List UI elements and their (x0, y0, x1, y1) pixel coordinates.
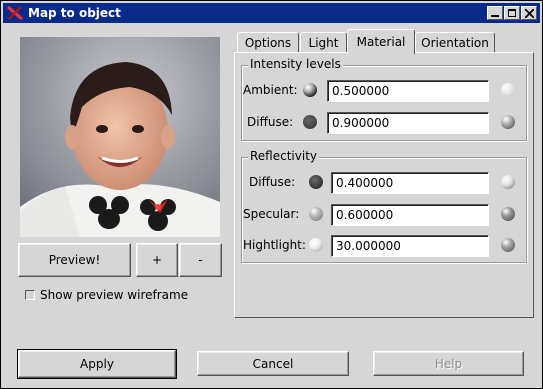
intensity-diffuse-result-icon (501, 115, 515, 129)
tab-material-label: Material (356, 35, 406, 49)
intensity-diffuse-label: Diffuse: (247, 115, 294, 129)
maximize-button[interactable] (504, 6, 520, 20)
tab-orientation-label: Orientation (421, 35, 489, 50)
wireframe-checkbox[interactable] (25, 290, 35, 300)
tab-light-label: Light (308, 35, 339, 50)
specular-sphere-icon (309, 207, 323, 221)
zoom-out-button[interactable]: - (179, 243, 222, 277)
specular-field[interactable] (331, 204, 489, 226)
dialog-window: Map to object Preview! + - Show preview … (0, 0, 543, 389)
zoom-in-label: + (151, 253, 163, 267)
reflectivity-diffuse-sphere-icon (309, 175, 323, 189)
preview-image (20, 37, 220, 237)
intensity-diffuse-field[interactable] (327, 112, 489, 134)
zoom-in-button[interactable]: + (136, 243, 178, 277)
maximize-icon (508, 9, 516, 17)
intensity-diffuse-sphere-icon (303, 115, 317, 129)
tab-options-label: Options (244, 35, 292, 50)
minimize-button[interactable] (487, 6, 503, 20)
reflectivity-diffuse-label: Diffuse: (249, 175, 296, 189)
specular-label: Specular: (243, 207, 300, 221)
tab-options[interactable]: Options (237, 32, 299, 53)
ambient-result-icon (501, 83, 515, 97)
help-button[interactable]: Help (373, 351, 524, 376)
apply-button[interactable]: Apply (17, 349, 177, 379)
app-x-icon (7, 5, 23, 21)
minimize-icon (491, 15, 499, 17)
help-button-label: Help (434, 356, 463, 371)
highlight-field[interactable] (331, 235, 489, 257)
ambient-label: Ambient: (243, 83, 298, 97)
highlight-sphere-icon (309, 238, 323, 252)
apply-button-label: Apply (80, 357, 114, 371)
tab-material[interactable]: Material (347, 29, 415, 54)
close-button[interactable] (521, 6, 537, 20)
highlight-label: Hightlight: (243, 238, 306, 252)
ambient-field[interactable] (327, 80, 489, 102)
window-title: Map to object (28, 6, 121, 20)
tab-orientation[interactable]: Orientation (415, 32, 495, 53)
cancel-button-label: Cancel (252, 356, 294, 371)
title-bar[interactable]: Map to object (3, 3, 540, 23)
tab-light[interactable]: Light (300, 32, 347, 53)
reflectivity-title: Reflectivity (248, 149, 320, 163)
close-icon (525, 9, 534, 18)
specular-result-icon (501, 207, 515, 221)
preview-button-label: Preview! (48, 253, 101, 267)
wireframe-label: Show preview wireframe (40, 288, 189, 302)
wireframe-option[interactable]: Show preview wireframe (25, 288, 188, 302)
preview-button[interactable]: Preview! (18, 243, 131, 277)
material-panel: Intensity levels Ambient: Diffuse: Refle… (234, 52, 534, 318)
intensity-title: Intensity levels (248, 57, 343, 71)
reflectivity-diffuse-field[interactable] (331, 172, 489, 194)
reflectivity-diffuse-result-icon (501, 175, 515, 189)
zoom-out-label: - (198, 253, 203, 267)
cancel-button[interactable]: Cancel (197, 351, 349, 376)
highlight-result-icon (501, 238, 515, 252)
ambient-sphere-icon (303, 83, 317, 97)
